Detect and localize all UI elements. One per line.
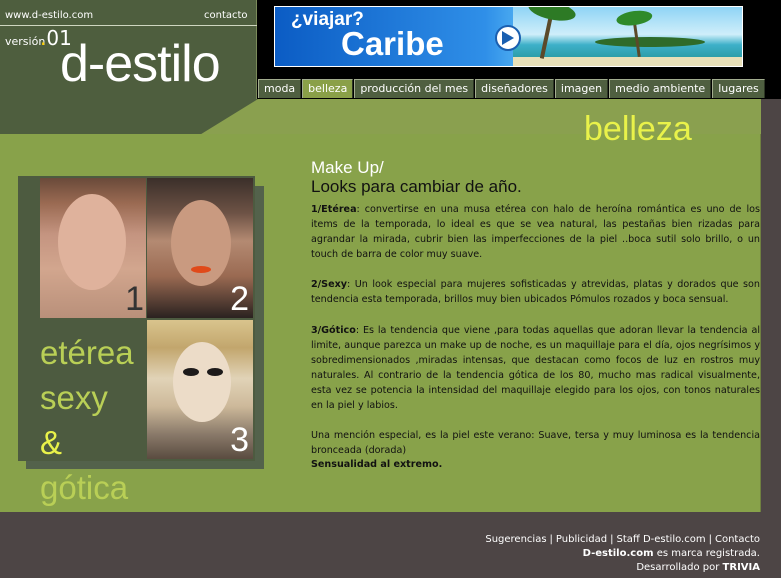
eye-shape <box>207 368 223 376</box>
site-logo[interactable]: d-estilo <box>60 38 221 90</box>
main-nav: moda belleza producción del mes diseñado… <box>258 79 766 99</box>
article-paragraph-1: 1/Etérea: convertirse en una musa etérea… <box>311 204 760 261</box>
island-shape <box>595 37 705 47</box>
article: Make Up/ Looks para cambiar de año. 1/Et… <box>311 158 760 470</box>
footer-credits: Desarrollado por TRIVIA <box>636 562 760 573</box>
nav-tab-belleza[interactable]: belleza <box>302 79 354 98</box>
brand-divider <box>0 25 257 26</box>
footer-link-contacto[interactable]: Contacto <box>715 534 760 545</box>
article-heading: Make Up/ <box>311 158 384 177</box>
article-closing: Sensualidad al extremo. <box>311 459 443 471</box>
footer-link-staff[interactable]: Staff D-estilo.com <box>617 534 706 545</box>
photo-number: 2 <box>230 280 249 318</box>
article-paragraph-3: 3/Gótico: Es la tendencia que viene ,par… <box>311 324 760 412</box>
tagline-line-2: sexy & <box>40 379 108 461</box>
footer-links: Sugerencias | Publicidad | Staff D-estilo.co… <box>485 534 760 545</box>
article-paragraph-2: 2/Sexy: Un look especial para mujeres so… <box>311 279 760 306</box>
tagline-line-3: gótica <box>40 469 129 506</box>
nav-tab-imagen[interactable]: imagen <box>554 79 609 98</box>
face-shape <box>173 342 231 422</box>
section-title: belleza <box>584 110 692 148</box>
face-shape <box>171 200 231 286</box>
site-url-link[interactable]: www.d-estilo.com <box>5 10 93 21</box>
nav-tab-medio-ambiente[interactable]: medio ambiente <box>609 79 712 98</box>
footer-link-sugerencias[interactable]: Sugerencias <box>485 534 546 545</box>
face-shape <box>58 194 126 290</box>
photo-sexy: 2 <box>147 178 253 318</box>
brand-box: www.d-estilo.com contacto versión .01 d-… <box>0 0 257 99</box>
photo-number: 1 <box>125 280 144 318</box>
photo-etherea: 1 <box>40 178 146 318</box>
footer-trademark: D-estilo.com es marca registrada. <box>582 548 760 559</box>
developer-link[interactable]: TRIVIA <box>723 562 760 573</box>
footer: Sugerencias | Publicidad | Staff D-estilo.co… <box>485 533 760 575</box>
eye-shape <box>183 368 199 376</box>
photo-number: 3 <box>230 421 249 459</box>
photo-gotica: 3 <box>147 320 253 459</box>
photo-tagline: etérea sexy & gótica <box>40 330 134 510</box>
nav-tab-lugares[interactable]: lugares <box>712 79 765 98</box>
nav-tab-produccion[interactable]: producción del mes <box>354 79 475 98</box>
sand-shape <box>513 57 742 66</box>
contact-link[interactable]: contacto <box>204 10 248 21</box>
nav-tab-disenadores[interactable]: diseñadores <box>475 79 554 98</box>
article-subheading: Looks para cambiar de año. <box>311 177 522 196</box>
article-paragraph-4: Una mención especial, es la piel este ve… <box>311 430 760 457</box>
footer-link-publicidad[interactable]: Publicidad <box>556 534 607 545</box>
lips-shape <box>191 266 211 273</box>
arrow-right-circle-icon[interactable] <box>495 25 521 51</box>
travel-banner-ad[interactable]: ¿viajar? Caribe <box>274 6 743 67</box>
nav-tab-moda[interactable]: moda <box>258 79 302 98</box>
tagline-line-1: etérea <box>40 334 134 371</box>
banner-destination: Caribe <box>341 25 444 62</box>
